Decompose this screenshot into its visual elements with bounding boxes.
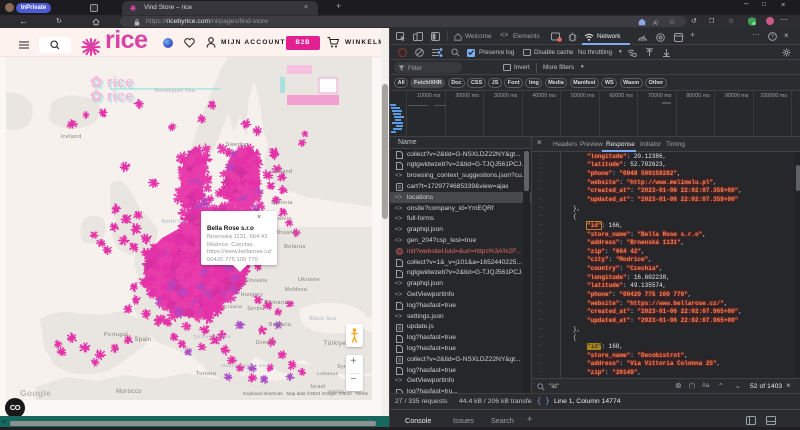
svg-text:Lebanon: Lebanon [317,371,338,377]
svg-text:Croatia: Croatia [224,304,242,310]
svg-text:Norwegian Sea: Norwegian Sea [155,88,196,94]
svg-text:Finland: Finland [271,169,292,175]
svg-text:Ukraine: Ukraine [298,277,320,283]
svg-text:Belarus: Belarus [284,244,306,250]
svg-text:Bulgaria: Bulgaria [269,322,291,328]
svg-text:Moldova: Moldova [285,287,307,293]
svg-text:Portugal: Portugal [104,332,128,338]
svg-text:✿ rice: ✿ rice [90,88,133,105]
svg-text:Tyrrhenian Sea: Tyrrhenian Sea [193,334,231,340]
svg-text:Black Sea: Black Sea [310,316,337,322]
svg-text:Spain: Spain [134,337,151,343]
svg-text:Romania: Romania [264,300,290,306]
svg-text:Sweden: Sweden [226,142,249,148]
svg-text:Serbia: Serbia [247,306,264,312]
svg-text:Morocco: Morocco [116,389,142,395]
svg-text:Greece: Greece [256,340,277,346]
svg-text:Latvia: Latvia [274,216,292,222]
svg-text:Israel: Israel [310,384,325,390]
svg-text:North Sea: North Sea [162,219,189,225]
svg-text:Türkiye: Türkiye [324,341,347,347]
svg-text:Tunisia: Tunisia [196,371,217,377]
svg-text:Mediterranean Sea: Mediterranean Sea [221,363,269,369]
svg-text:Iceland: Iceland [61,134,82,140]
svg-text:Slovakia: Slovakia [245,278,268,284]
svg-text:Hungary: Hungary [241,292,263,298]
svg-text:Estonia: Estonia [271,200,293,206]
